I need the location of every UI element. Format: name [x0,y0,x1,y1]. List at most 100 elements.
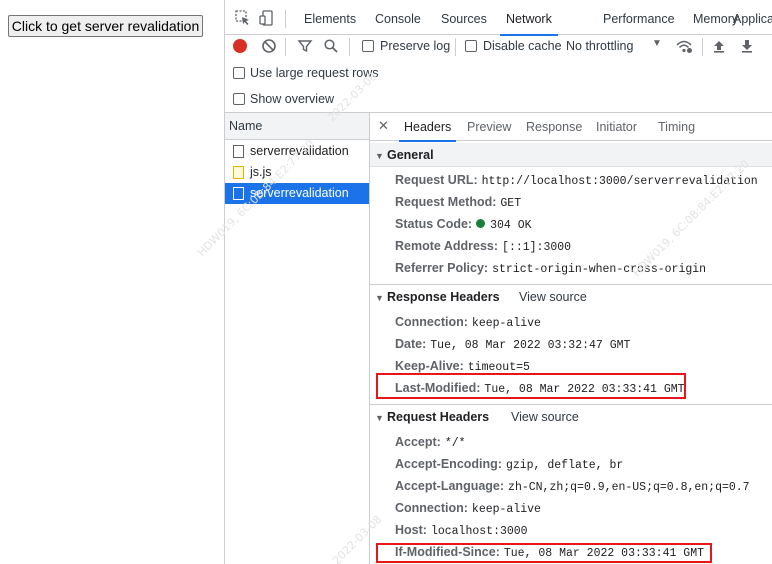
header-key: Accept: [395,435,441,449]
preserve-log-label: Preserve log [380,39,451,53]
section-title: Response Headers [387,290,500,304]
request-row-selected[interactable]: serverrevalidation [225,183,369,204]
triangle-down-icon: ▼ [375,413,384,423]
overview-checkbox[interactable] [233,93,245,105]
header-key: Keep-Alive: [395,359,464,373]
header-key: Request URL: [395,173,478,187]
close-icon[interactable]: ✕ [378,118,389,134]
header-value: */* [444,437,466,450]
header-row: Request Method: GET [395,191,521,213]
request-row[interactable]: serverrevalidation [225,141,369,162]
header-row: Connection: keep-alive [395,311,541,333]
export-har-icon[interactable] [740,38,758,56]
header-row: Accept-Encoding: gzip, deflate, br [395,453,623,475]
header-key: Referrer Policy: [395,261,489,275]
request-name: serverrevalidation [250,144,349,158]
header-key: Host: [395,523,427,537]
header-value: gzip, deflate, br [505,459,624,472]
tab-network[interactable]: Network [500,0,558,36]
header-row: Remote Address: [::1]:3000 [395,235,571,257]
header-value: [::1]:3000 [502,241,572,254]
header-value: keep-alive [471,503,541,516]
tab-response[interactable]: Response [526,113,582,141]
header-key: Connection: [395,501,468,515]
search-icon[interactable] [323,38,341,56]
document-icon [233,145,244,158]
network-toolbar: Preserve log Disable cache No throttling… [225,35,772,59]
devtools-panel: Elements Console Sources Network Perform… [225,0,772,564]
disable-cache-checkbox[interactable] [465,40,477,52]
triangle-down-icon: ▼ [375,293,384,303]
toolbar-separator [349,38,350,56]
toolbar-separator [285,38,286,56]
inspect-element-icon[interactable] [234,9,252,27]
section-title: General [387,148,434,162]
header-value: 304 OK [490,219,532,232]
header-key: Accept-Language: [395,479,505,493]
header-key: Date: [395,337,427,351]
header-row: Host: localhost:3000 [395,519,528,541]
tab-application[interactable]: Applica [733,0,772,35]
tab-timing[interactable]: Timing [658,113,695,141]
name-column-header[interactable]: Name [225,113,369,140]
header-row: Date: Tue, 08 Mar 2022 03:32:47 GMT [395,333,630,355]
request-headers-section-header[interactable]: ▼ Request Headers View source [370,405,772,429]
overview-label: Show overview [250,92,335,106]
chevron-down-icon[interactable]: ▼ [652,38,662,49]
detail-tabbar: ✕ Headers Preview Response Initiator Tim… [370,113,772,142]
header-key: Accept-Encoding: [395,457,502,471]
highlight-box [376,543,712,563]
tab-console[interactable]: Console [375,0,421,35]
tab-elements[interactable]: Elements [304,0,356,35]
header-row: Referrer Policy: strict-origin-when-cross… [395,257,706,279]
header-row: Status Code: 304 OK [395,213,532,235]
header-key: Status Code: [395,217,473,231]
large-rows-checkbox[interactable] [233,67,245,79]
request-detail-pane: ✕ Headers Preview Response Initiator Tim… [370,113,772,564]
page-content: Click to get server revalidation [0,0,224,564]
tabbar-separator [285,10,286,28]
header-row: Connection: keep-alive [395,497,541,519]
status-ok-icon [476,219,486,228]
header-key: Connection: [395,315,468,329]
server-revalidation-button[interactable]: Click to get server revalidation [8,15,203,37]
import-har-icon[interactable] [712,38,730,56]
toolbar-separator [455,38,456,56]
throttling-select[interactable]: No throttling [566,39,633,53]
preserve-log-checkbox[interactable] [362,40,374,52]
disable-cache-label: Disable cache [483,39,562,53]
header-row: Accept-Language: zh-CN,zh;q=0.9,en-US;q=0… [395,475,750,497]
header-value: strict-origin-when-cross-origin [492,263,707,276]
request-row[interactable]: js.js [225,162,369,183]
clear-icon[interactable] [261,38,279,56]
toolbar-separator [702,38,703,56]
large-rows-option: Use large request rows [225,61,772,87]
view-source-link[interactable]: View source [511,405,579,429]
document-icon [233,187,244,200]
tab-memory[interactable]: Memory [693,0,738,35]
header-key: Remote Address: [395,239,499,253]
tab-headers[interactable]: Headers [398,113,457,142]
request-name: js.js [250,165,272,179]
devtools-tabbar: Elements Console Sources Network Perform… [225,0,772,36]
request-name: serverrevalidation [250,186,349,200]
device-toolbar-icon[interactable] [258,9,276,27]
general-section-header[interactable]: ▼ General [370,143,772,167]
tab-sources[interactable]: Sources [441,0,487,35]
record-icon[interactable] [233,39,247,53]
large-rows-label: Use large request rows [250,66,379,80]
overview-option: Show overview [225,87,772,113]
tab-preview[interactable]: Preview [467,113,511,141]
header-row: Accept: */* [395,431,466,453]
filter-icon[interactable] [297,38,315,56]
view-source-link[interactable]: View source [519,285,587,309]
network-conditions-icon[interactable] [675,38,693,56]
tab-performance[interactable]: Performance [603,0,675,35]
header-value: Tue, 08 Mar 2022 03:32:47 GMT [430,339,631,352]
header-key: Request Method: [395,195,497,209]
highlight-box [376,373,686,399]
tab-initiator[interactable]: Initiator [596,113,637,141]
js-file-icon [233,166,244,179]
triangle-down-icon: ▼ [375,151,384,161]
response-headers-section-header[interactable]: ▼ Response Headers View source [370,285,772,309]
